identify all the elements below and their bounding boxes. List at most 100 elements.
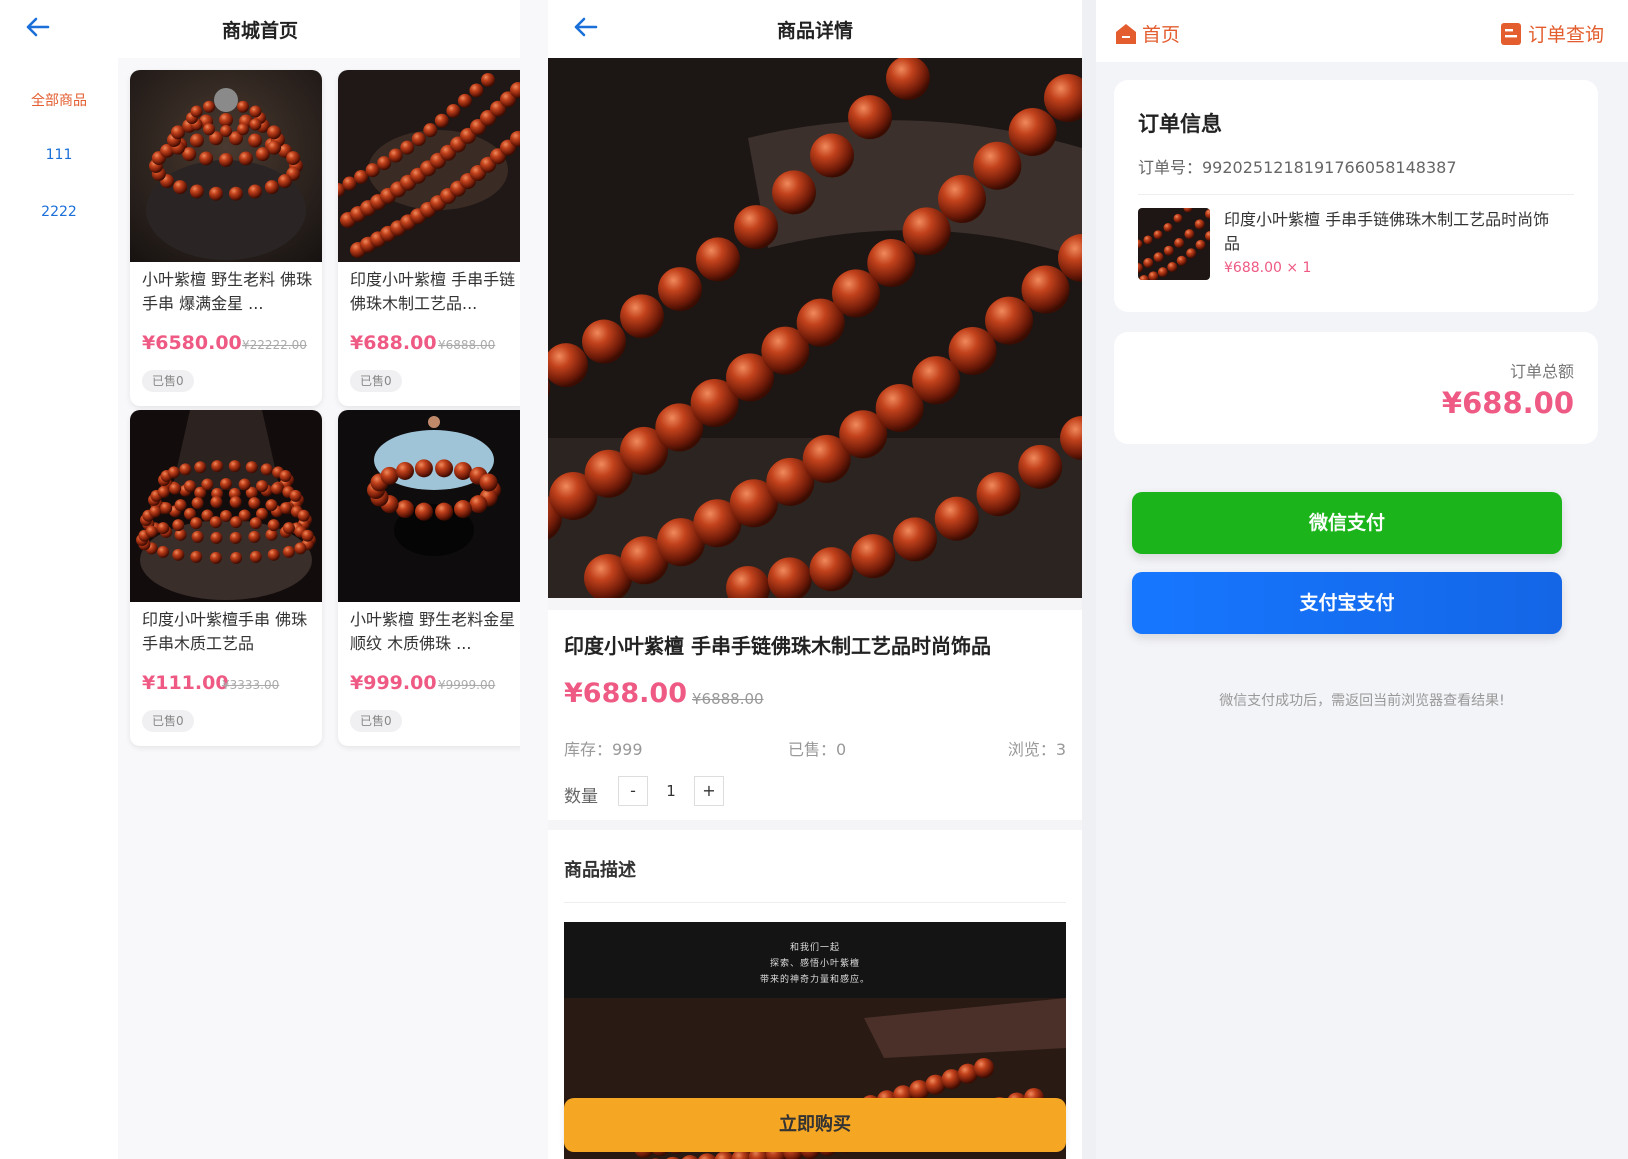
bead	[203, 100, 215, 113]
bead	[454, 500, 472, 519]
product-price: ¥999.00	[350, 672, 437, 694]
product-card[interactable]: 小叶紫檀 野生老料 佛珠 手串 爆满金星 ... ¥6580.00 ¥22222…	[130, 70, 322, 406]
back-arrow-icon[interactable]	[20, 10, 54, 44]
order-info-title: 订单信息	[1138, 112, 1222, 136]
sold-badge: 已售0	[350, 370, 402, 392]
bead	[893, 517, 937, 562]
home-link[interactable]: 首页	[1114, 20, 1180, 47]
bead	[219, 153, 233, 167]
product-price: ¥688.00	[564, 678, 687, 709]
category-all[interactable]: 全部商品	[0, 90, 118, 110]
bead	[974, 1058, 994, 1078]
bead	[201, 478, 214, 491]
product-price: ¥6580.00	[142, 332, 242, 354]
bead	[1173, 213, 1183, 223]
bead	[457, 93, 472, 108]
bead	[220, 510, 232, 522]
product-card[interactable]: 小叶紫檀 野生老料金星 顺纹 木质佛珠 ... ¥999.00 ¥9999.00…	[338, 410, 520, 746]
bead	[934, 496, 979, 541]
order-info-card: 订单信息 订单号：9920251218191766058148387 印度小叶紫…	[1114, 80, 1598, 312]
sold-count: 已售：0	[788, 740, 847, 759]
quantity-plus-button[interactable]: +	[694, 776, 724, 806]
product-card[interactable]: 印度小叶紫檀手串 佛珠手串木质工艺品 ¥111.00 ¥3333.00 已售0	[130, 410, 322, 746]
quantity-minus-button[interactable]: -	[618, 776, 648, 806]
bead	[414, 459, 433, 478]
bead	[277, 174, 292, 189]
bead	[435, 502, 454, 521]
back-arrow-icon[interactable]	[568, 10, 602, 44]
bead	[1184, 229, 1195, 240]
product-info: 印度小叶紫檀 手串手链佛珠木制工艺品时尚饰品 ¥688.00 ¥6888.00 …	[548, 610, 1082, 820]
bead	[229, 496, 242, 509]
bead	[434, 113, 449, 128]
bead	[810, 133, 854, 178]
bead	[220, 478, 232, 490]
shop-header: 商城首页	[0, 0, 520, 58]
bead	[1186, 248, 1197, 259]
bead	[256, 480, 268, 493]
category-111[interactable]: 111	[0, 147, 118, 163]
bead	[446, 103, 461, 118]
bead	[145, 525, 158, 538]
product-grid: 小叶紫檀 野生老料 佛珠 手串 爆满金星 ... ¥6580.00 ¥22222…	[118, 58, 520, 1159]
bead	[248, 497, 261, 510]
product-original-price: ¥3333.00	[222, 678, 280, 692]
order-total-card: 订单总额 ¥688.00	[1114, 332, 1598, 444]
bead	[772, 170, 816, 215]
product-name: 印度小叶紫檀 手串手链佛珠木制工艺品...	[350, 270, 516, 313]
bead	[1143, 235, 1153, 245]
bead	[265, 499, 278, 512]
product-detail-panel: 商品详情 印度小叶紫檀 手串手链佛珠木制工艺品时尚饰品 ¥688.00 ¥688…	[548, 0, 1082, 1159]
bead	[149, 505, 162, 518]
bead	[238, 151, 253, 166]
buy-now-button[interactable]: 立即购买	[564, 1098, 1066, 1152]
bead	[377, 156, 392, 171]
category-2222[interactable]: 2222	[0, 204, 118, 220]
product-price: ¥111.00	[142, 672, 229, 694]
bead	[1018, 444, 1063, 489]
bead	[658, 267, 702, 312]
bead	[179, 463, 192, 476]
order-query-link[interactable]: 订单查询	[1500, 20, 1604, 47]
bead	[248, 133, 263, 148]
bead	[184, 480, 196, 493]
bead	[1153, 252, 1164, 263]
bead	[211, 460, 224, 473]
bead	[255, 147, 270, 162]
sold-badge: 已售0	[142, 710, 194, 732]
panel-gap	[1082, 0, 1096, 1159]
bead	[249, 517, 262, 530]
bead	[173, 180, 188, 195]
bead	[230, 516, 243, 529]
order-query-label: 订单查询	[1527, 24, 1604, 46]
product-original-price: ¥6888.00	[438, 338, 496, 352]
bead	[172, 548, 185, 561]
bead	[199, 151, 214, 166]
bead	[190, 105, 203, 118]
bead	[209, 551, 222, 564]
bead	[191, 497, 204, 510]
bead	[1195, 239, 1206, 250]
bead	[191, 530, 204, 543]
order-payment-panel: 首页 订单查询 订单信息 订单号：99202512181917660581483…	[1096, 0, 1628, 1159]
bead	[238, 478, 251, 491]
bead	[228, 460, 241, 473]
wechat-pay-button[interactable]: 微信支付	[1132, 492, 1562, 554]
bead	[157, 522, 170, 535]
bead	[220, 125, 232, 137]
bead	[249, 118, 262, 131]
bead	[886, 58, 930, 100]
bead	[469, 495, 488, 514]
bead	[249, 105, 262, 118]
bead	[210, 531, 223, 544]
bead	[282, 545, 295, 558]
bead	[479, 473, 498, 492]
quantity-value[interactable]: 1	[648, 776, 694, 806]
bead	[219, 113, 233, 127]
bead	[1008, 107, 1057, 156]
alipay-button[interactable]: 支付宝支付	[1132, 572, 1562, 634]
bead	[938, 174, 986, 223]
bead	[1153, 230, 1163, 240]
product-card[interactable]: 印度小叶紫檀 手串手链佛珠木制工艺品... ¥688.00 ¥6888.00 已…	[338, 70, 520, 406]
panel-gap	[520, 0, 548, 1159]
